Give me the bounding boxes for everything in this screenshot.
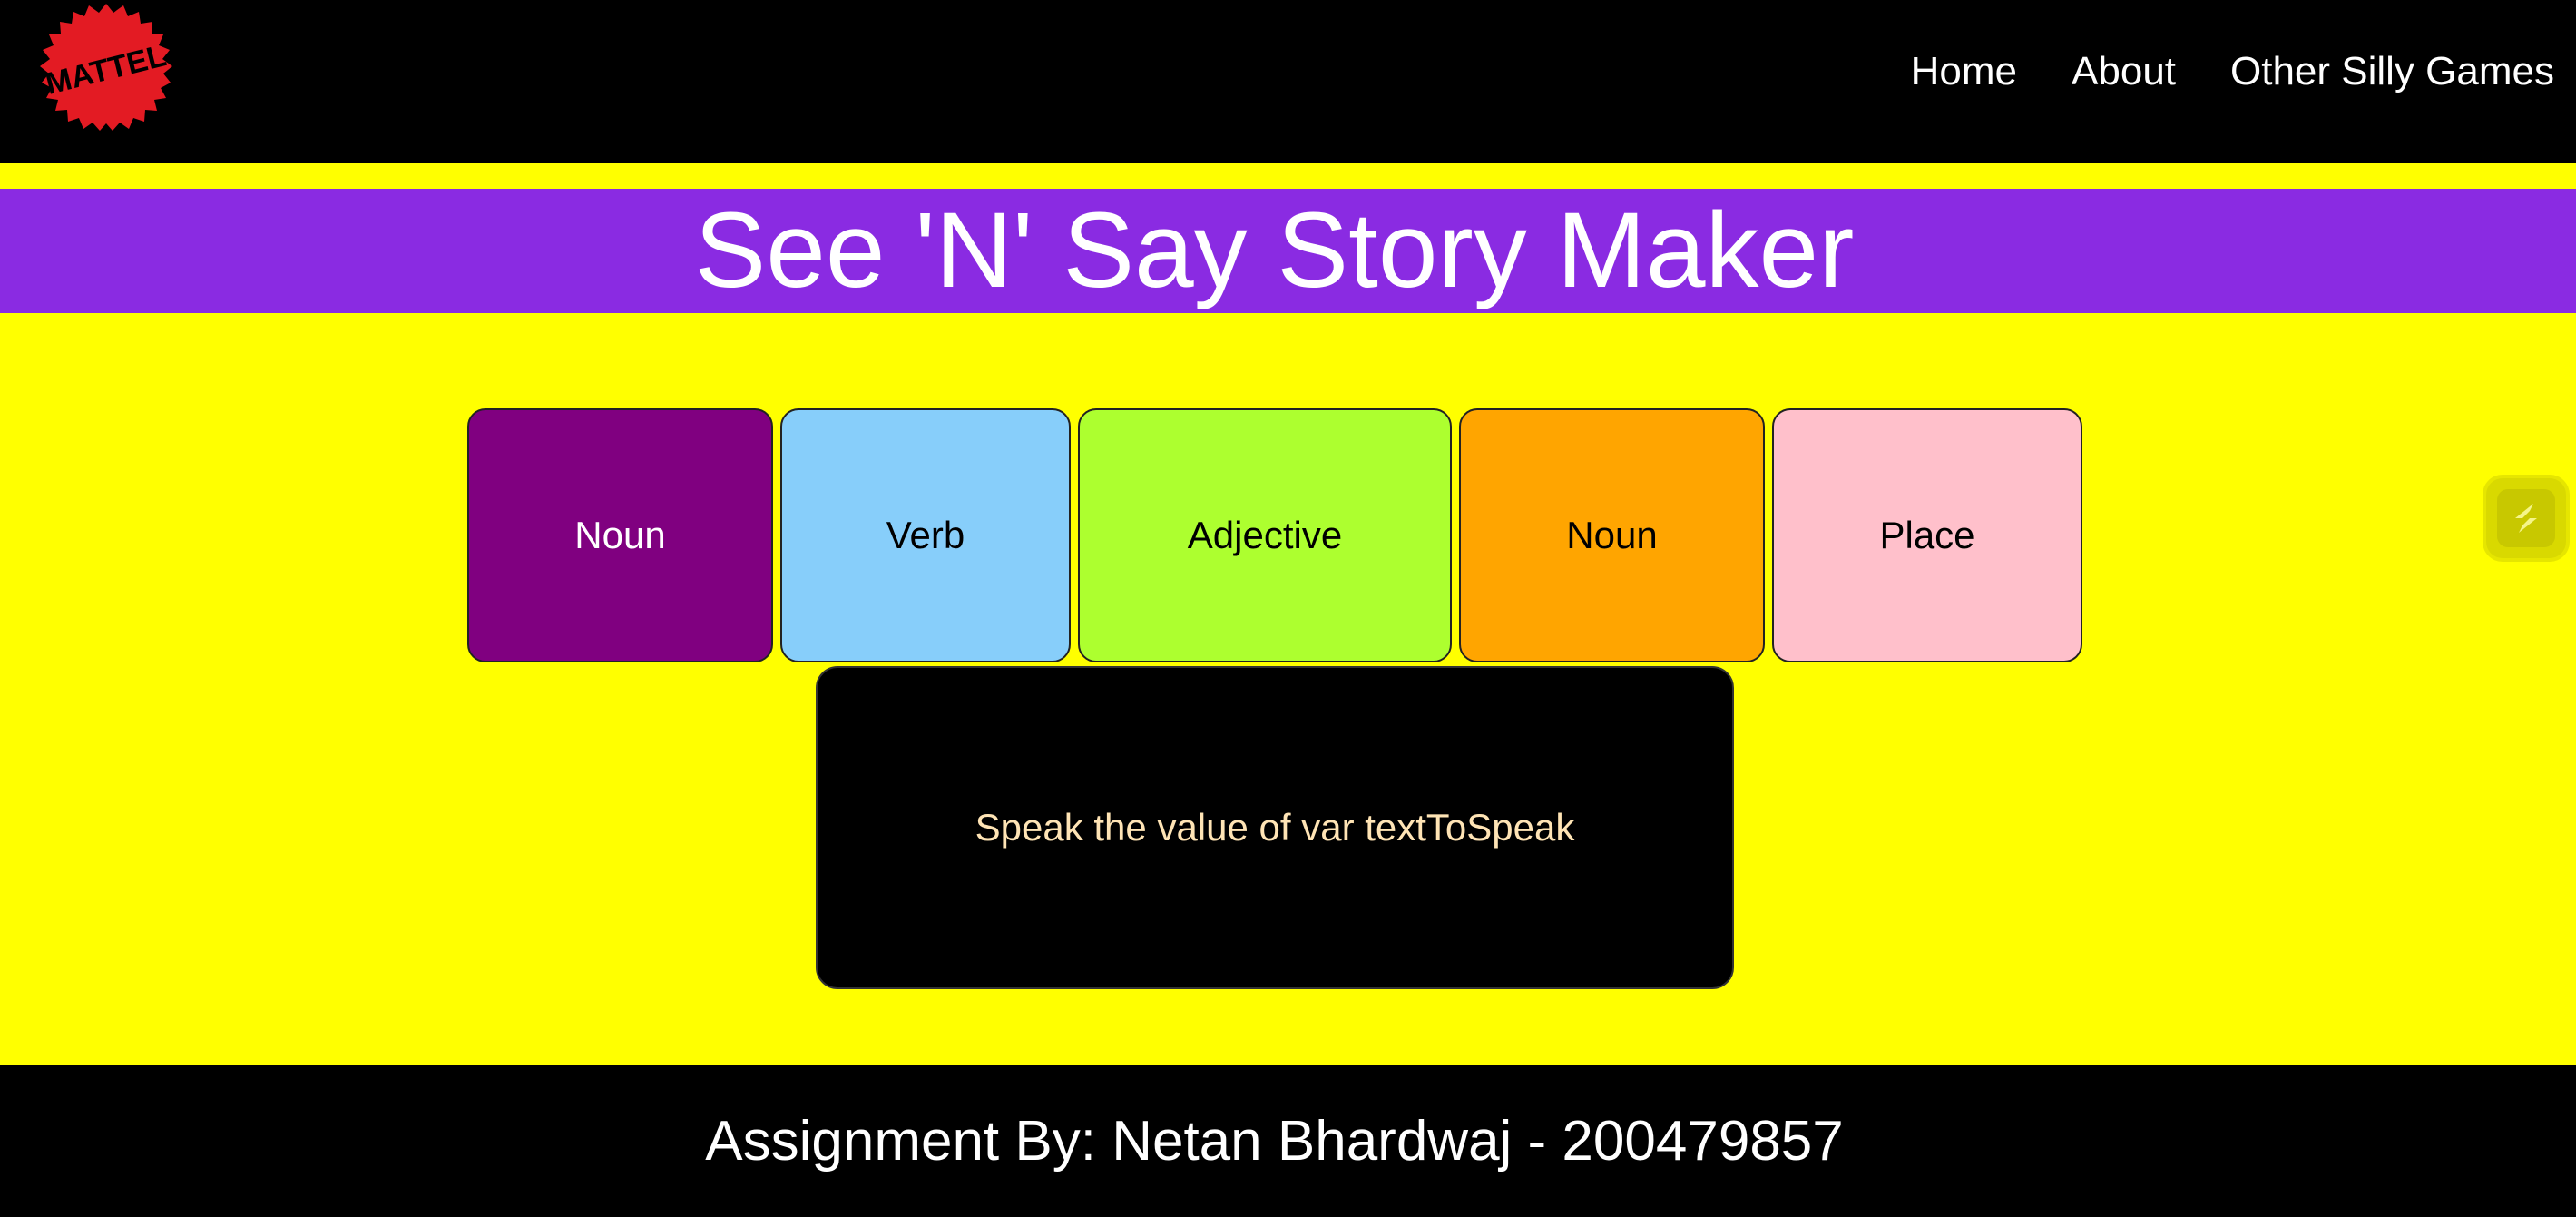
speak-button[interactable]: Speak the value of var textToSpeak bbox=[816, 666, 1734, 989]
bolt-icon bbox=[2515, 504, 2537, 533]
adjective-button-label: Adjective bbox=[1187, 514, 1343, 556]
verb-button[interactable]: Verb bbox=[780, 408, 1071, 662]
noun-button-1[interactable]: Noun bbox=[467, 408, 773, 662]
noun-button-2[interactable]: Noun bbox=[1459, 408, 1765, 662]
nav-links: Home About Other Silly Games bbox=[1911, 45, 2554, 98]
bolt-icon-lower bbox=[2519, 518, 2537, 533]
side-widget-button[interactable] bbox=[2486, 478, 2566, 558]
verb-button-label: Verb bbox=[886, 514, 965, 556]
bolt-icon-upper bbox=[2515, 504, 2533, 518]
footer-text: Assignment By: Netan Bhardwaj - 20047985… bbox=[705, 1110, 1844, 1173]
place-button-label: Place bbox=[1879, 514, 1975, 556]
nav-home-link[interactable]: Home bbox=[1911, 45, 2017, 98]
navbar: MATTEL Home About Other Silly Games bbox=[0, 0, 2576, 163]
place-button[interactable]: Place bbox=[1772, 408, 2082, 662]
footer: Assignment By: Netan Bhardwaj - 20047985… bbox=[0, 1065, 2576, 1217]
speak-button-label: Speak the value of var textToSpeak bbox=[975, 806, 1575, 849]
nav-about-link[interactable]: About bbox=[2072, 45, 2176, 98]
page-title: See 'N' Say Story Maker bbox=[694, 191, 1855, 310]
side-widget-inner bbox=[2497, 489, 2555, 547]
title-bar: See 'N' Say Story Maker bbox=[0, 189, 2576, 313]
noun-button-1-label: Noun bbox=[574, 514, 666, 556]
mattel-logo[interactable]: MATTEL bbox=[36, 4, 176, 131]
nav-other-games-link[interactable]: Other Silly Games bbox=[2230, 45, 2554, 98]
noun-button-2-label: Noun bbox=[1566, 514, 1658, 556]
adjective-button[interactable]: Adjective bbox=[1078, 408, 1452, 662]
